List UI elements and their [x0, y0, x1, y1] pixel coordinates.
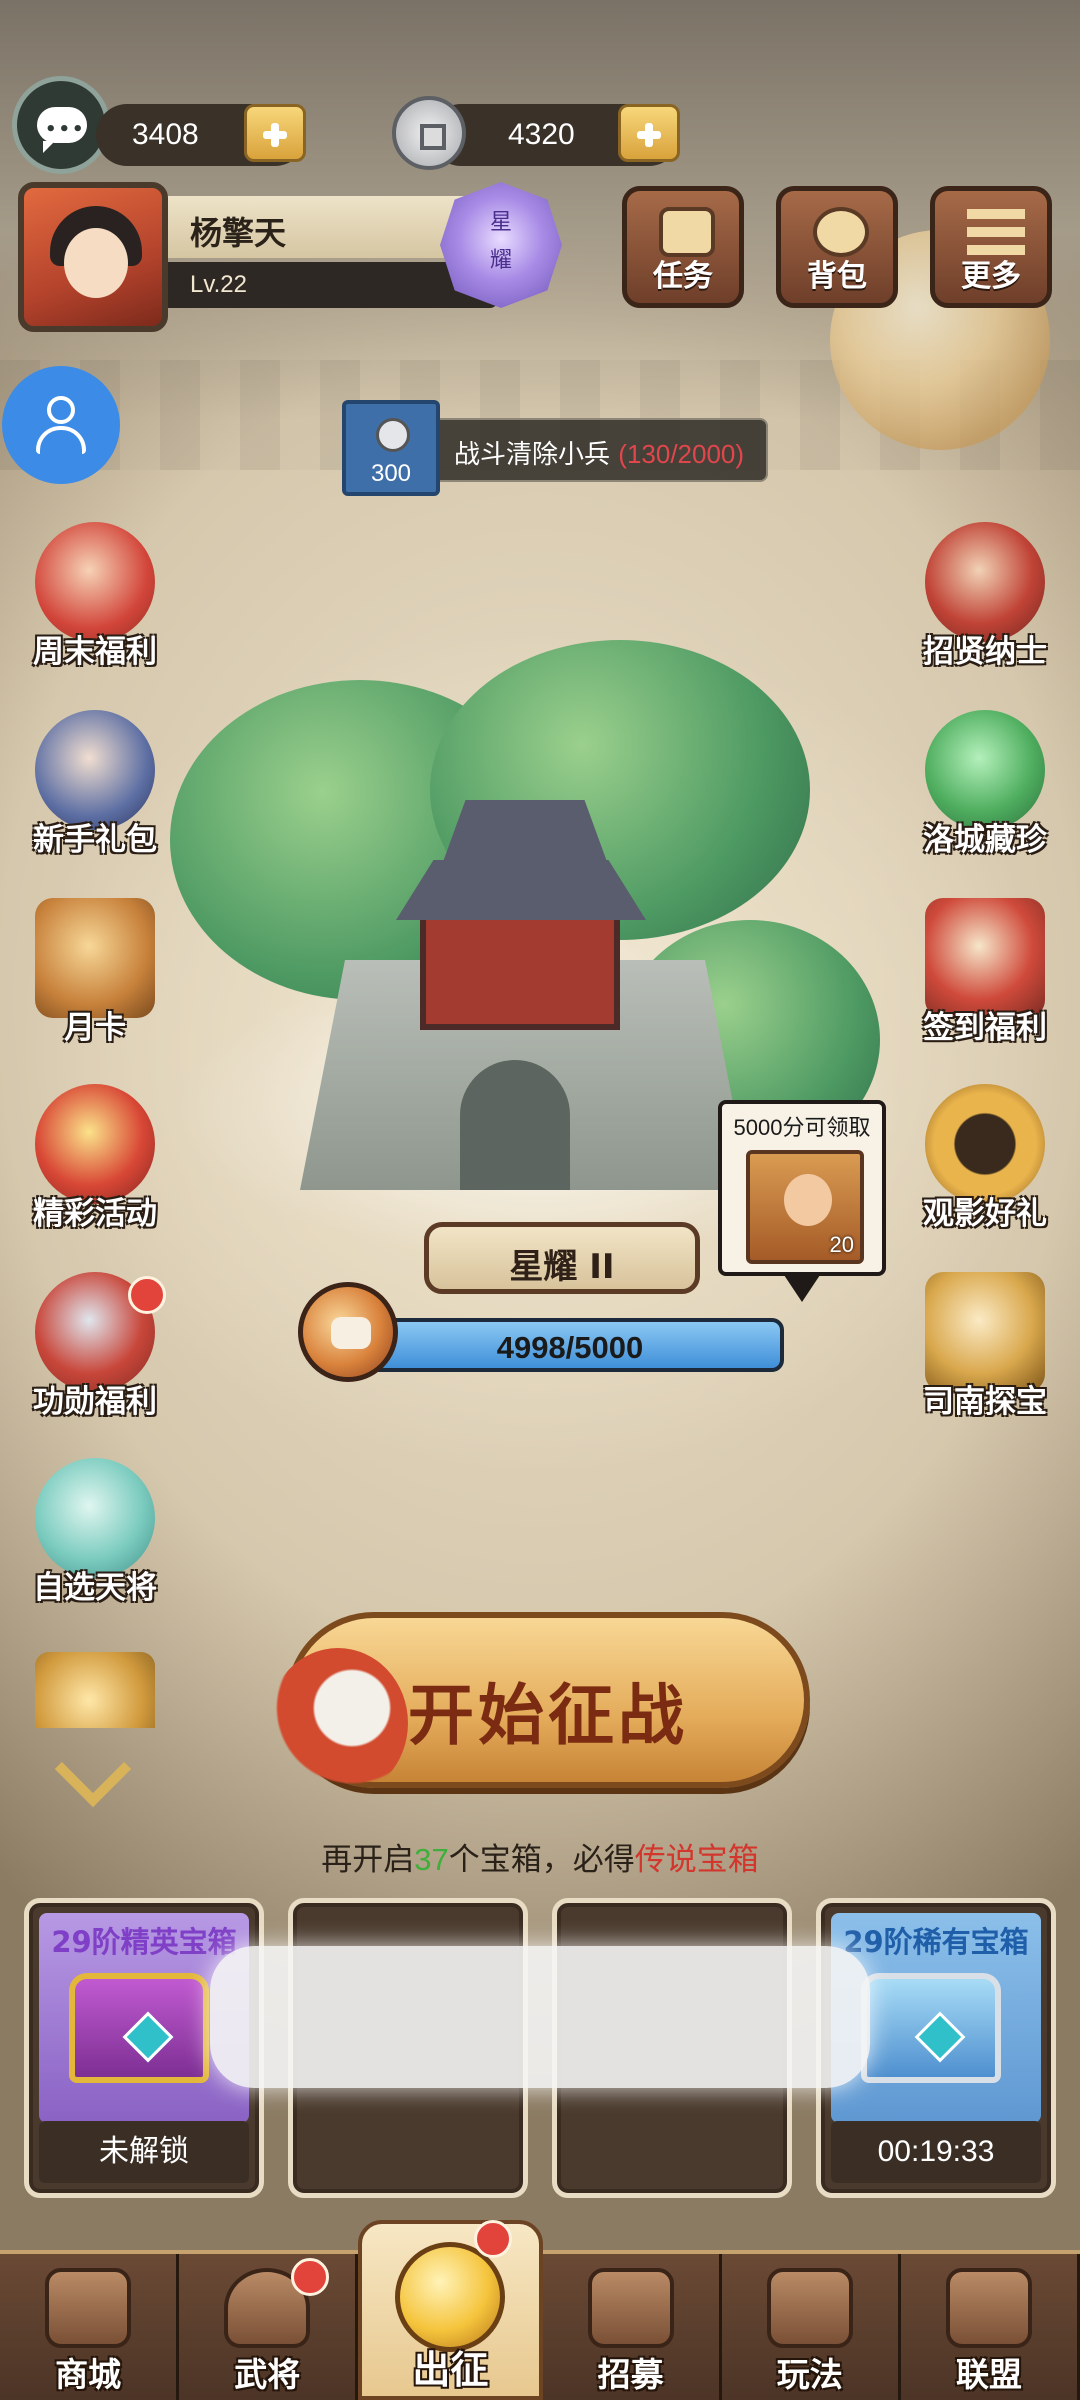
- bag-icon: [813, 207, 869, 257]
- notification-dot: [128, 1276, 166, 1314]
- bag-label: 背包: [807, 259, 867, 294]
- jade-statue-icon: [925, 710, 1045, 830]
- chest-slot-status: 未解锁: [39, 2121, 249, 2183]
- expand-down-icon[interactable]: [56, 1742, 132, 1818]
- quest-bar[interactable]: 300 战斗清除小兵 (130/2000): [342, 400, 768, 496]
- nav-battle[interactable]: 出征: [358, 2220, 543, 2400]
- treasure-chest-icon: [35, 1652, 155, 1728]
- chest-slot-timer: 00:19:33: [831, 2121, 1041, 2183]
- compass-treasure-button[interactable]: 司南探宝: [900, 1272, 1070, 1421]
- stage-name: 星耀 II: [509, 1247, 615, 1287]
- quest-progress: (130/2000): [618, 439, 745, 469]
- star-pouch-icon: [35, 1084, 155, 1204]
- start-battle-button[interactable]: 开始征战: [268, 1612, 810, 1798]
- add-coin-button[interactable]: [618, 104, 680, 162]
- chest-slot-title: 29阶精英宝箱: [51, 1925, 237, 1959]
- nav-shop[interactable]: 商城: [0, 2254, 180, 2400]
- chest-slot-title: 29阶稀有宝箱: [843, 1925, 1029, 1959]
- bottom-nav: 商城 武将 出征 招募 玩法 联盟: [0, 2220, 1080, 2400]
- weekend-welfare-button[interactable]: 周末福利: [10, 522, 180, 671]
- watch-ad-gift-button[interactable]: 观影好礼: [900, 1084, 1070, 1233]
- coin-icon: [376, 418, 410, 452]
- gold-value: 3408: [132, 118, 199, 151]
- stage-name-plate: 星耀 II: [424, 1222, 700, 1294]
- user-profile-button[interactable]: [2, 366, 120, 484]
- dial-icon: [925, 1084, 1045, 1204]
- checkin-welfare-button[interactable]: 签到福利: [900, 898, 1070, 1047]
- notification-dot: [291, 2258, 330, 2296]
- user-icon: [47, 396, 75, 424]
- brush-seal-icon: [925, 898, 1045, 1018]
- add-gold-button[interactable]: [244, 104, 306, 162]
- tasks-label: 任务: [653, 259, 713, 294]
- newbie-pack-button[interactable]: 新手礼包: [10, 710, 180, 859]
- nav-generals[interactable]: 武将: [179, 2254, 359, 2400]
- pavilion-icon: [766, 2268, 853, 2348]
- more-button[interactable]: 更多: [930, 186, 1052, 308]
- coin-value: 4320: [508, 118, 575, 151]
- blurred-overlay: [210, 1946, 870, 2088]
- bag-button[interactable]: 背包: [776, 186, 898, 308]
- nav-recruit[interactable]: 招募: [542, 2254, 722, 2400]
- coin-icon: [392, 96, 466, 170]
- scroll-icon: [659, 207, 715, 257]
- stage-reward-bubble[interactable]: 5000分可领取 20: [718, 1100, 886, 1302]
- elite-chest-icon: [69, 1973, 209, 2083]
- rare-chest-icon: [861, 1973, 1001, 2083]
- hero-portrait-icon: [35, 710, 155, 830]
- generals-group-icon: [925, 522, 1045, 642]
- rank-badge[interactable]: 星耀: [440, 182, 562, 308]
- monthly-card-icon: [35, 898, 155, 1018]
- treasure-chest-partial-button[interactable]: [10, 1652, 180, 1728]
- chest-hint-count: 37: [414, 1842, 449, 1877]
- stage-progress-text: 4998/5000: [496, 1330, 644, 1365]
- tasks-button[interactable]: 任务: [622, 186, 744, 308]
- city-gate: [460, 1060, 570, 1190]
- stage-progress-bar: 4998/5000: [356, 1318, 784, 1372]
- tower-roof-upper: [440, 800, 610, 870]
- start-battle-label: 开始征战: [408, 1676, 688, 1754]
- menu-list-icon: [967, 209, 1025, 255]
- chat-button[interactable]: •••: [12, 76, 110, 174]
- stage-reward-hint: 5000分可领取: [733, 1115, 871, 1140]
- shop-icon: [45, 2268, 132, 2348]
- gift-bag-icon: [35, 522, 155, 642]
- general-portrait-icon: 20: [746, 1150, 864, 1264]
- points-pouch-icon: [298, 1282, 398, 1382]
- notification-dot: [474, 2220, 513, 2258]
- battle-medal-icon: [395, 2242, 506, 2352]
- banner-icon: [945, 2268, 1032, 2348]
- player-level: Lv.22: [190, 271, 247, 298]
- rank-badge-label: 星耀: [489, 210, 512, 273]
- merit-welfare-button[interactable]: 功勋福利: [10, 1272, 180, 1421]
- compass-icon: [925, 1272, 1045, 1392]
- quest-reward-icon: 300: [342, 400, 440, 496]
- recruit-talent-button[interactable]: 招贤纳士: [900, 522, 1070, 671]
- player-avatar[interactable]: [18, 182, 168, 332]
- chest-hint-reward: 传说宝箱: [634, 1842, 759, 1878]
- chest-hint: 再开启37个宝箱，必得传说宝箱: [321, 1842, 759, 1878]
- more-label: 更多: [961, 259, 1021, 294]
- reward-count: 20: [829, 1232, 854, 1257]
- seven-day-icon: [35, 1458, 155, 1578]
- luocheng-treasure-button[interactable]: 洛城藏珍: [900, 710, 1070, 859]
- nav-alliance[interactable]: 联盟: [900, 2254, 1080, 2400]
- nav-gameplay[interactable]: 玩法: [721, 2254, 901, 2400]
- monthly-card-button[interactable]: 月卡: [10, 898, 180, 1047]
- player-name: 杨擎天: [190, 214, 287, 252]
- quest-text: 战斗清除小兵: [454, 440, 611, 470]
- select-general-button[interactable]: 自选天将: [10, 1458, 180, 1607]
- events-button[interactable]: 精彩活动: [10, 1084, 180, 1233]
- quest-reward-amount: 300: [370, 460, 412, 487]
- scroll-icon: [587, 2268, 674, 2348]
